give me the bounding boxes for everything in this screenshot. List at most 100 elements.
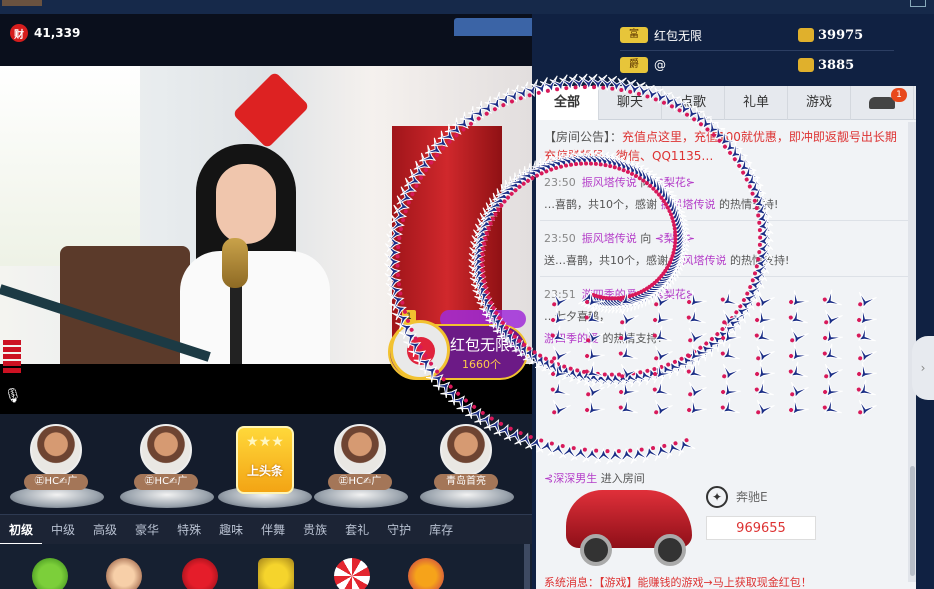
gift-category-tabs: 初级 中级 高级 豪华 特殊 趣味 伴舞 贵族 套礼 守护 库存 [0, 514, 532, 545]
gift-tab[interactable]: 套礼 [336, 515, 378, 545]
enter-text: 进入房间 [600, 472, 645, 485]
right-panel: 富 红包无限 39975 爵 @ 3885 全部 聊天 点歌 礼单 游戏 1 【… [532, 14, 934, 589]
seat-row: ㊣HC✍广 ㊣HC✍广 上头条 ㊣HC✍广 青岛首亮 [0, 414, 532, 514]
seat-tag: 青岛首亮 [434, 474, 498, 490]
msg-sponsor[interactable]: 游四季的爱 [544, 332, 599, 345]
redpacket-title: 红包无限 [450, 336, 511, 354]
video-host-body [180, 251, 330, 364]
tab-games[interactable]: 游戏 [788, 86, 851, 120]
msg-rest: …七夕喜鹊， [544, 310, 610, 323]
seat-1[interactable]: ㊣HC✍广 [10, 424, 104, 510]
rank-row-2[interactable]: 爵 @ 3885 [620, 51, 890, 79]
headline-label: 上头条 [246, 464, 283, 478]
video-host-face [216, 164, 276, 244]
top-avatar[interactable] [2, 0, 42, 6]
msg-divider [540, 276, 910, 277]
msg-time: 23:50 [544, 232, 576, 245]
msg-target[interactable]: ⊰梨花⊱ [655, 176, 695, 189]
gift-tab[interactable]: 守护 [378, 515, 420, 545]
car-price: 969655 [706, 516, 816, 540]
gift-grid [0, 544, 532, 589]
volume-bar [3, 354, 21, 359]
enter-user[interactable]: ⊰深深男生 [544, 472, 597, 485]
redpacket-count: 1660个 [462, 358, 501, 371]
msg-end: 的热情支持! [730, 254, 790, 267]
msg-user[interactable]: 游四季的爱 [582, 288, 637, 301]
car-image [566, 490, 692, 566]
gift-tab[interactable]: 特殊 [168, 515, 210, 545]
chat-tabs: 全部 聊天 点歌 礼单 游戏 1 [536, 86, 916, 120]
rose-gift-icon[interactable] [182, 558, 218, 589]
chat-scrollbar-thumb[interactable] [910, 466, 915, 576]
top-strip [0, 0, 934, 14]
avatar[interactable] [140, 424, 192, 476]
tab-all[interactable]: 全部 [536, 86, 599, 120]
share-tab[interactable] [454, 18, 532, 36]
avatar[interactable] [30, 424, 82, 476]
gift-tab[interactable]: 初级 [0, 515, 43, 545]
tab-songs[interactable]: 点歌 [662, 86, 725, 120]
chevron-right-icon[interactable]: › [912, 336, 934, 400]
msg-sponsor[interactable]: 振风塔传说 [672, 254, 727, 267]
msg-verb: 向 [640, 232, 652, 245]
list-item: 23:50 振风塔传说 向 ⊰梨花⊱ …喜鹊，共10个，感谢 振风塔传说 的热情支… [544, 172, 906, 216]
msg-user[interactable]: 振风塔传说 [582, 232, 637, 245]
left-panel: 财 41,339 🎙 1 红包无限 1660个 ㊣HC✍广 ㊣HC✍广 ★★★ … [0, 14, 532, 589]
doll-gift-icon[interactable] [106, 558, 142, 589]
microphone-icon[interactable]: 🎙 [4, 388, 22, 408]
gift-tab[interactable]: 豪华 [126, 515, 168, 545]
list-item: 23:51 游四季的爱 向 ⊰梨花⊱ …七夕喜鹊， 游四季的爱 的热情支持! [544, 284, 906, 350]
announcement-label: 【房间公告】： [544, 130, 623, 144]
car-entrance-card: ✦ 奔驰E 969655 [548, 486, 888, 566]
window-icon[interactable] [910, 0, 926, 7]
volume-meter[interactable] [3, 340, 21, 384]
system-message[interactable]: 系统消息：【游戏】能赚钱的游戏→马上获取现金红包！ [544, 574, 812, 589]
msg-verb: 向 [640, 288, 652, 301]
lollipop-gift-icon[interactable] [334, 558, 370, 589]
gift-tab[interactable]: 库存 [420, 515, 462, 545]
avatar[interactable] [334, 424, 386, 476]
gift-tab[interactable]: 伴舞 [252, 515, 294, 545]
tab-car[interactable]: 1 [851, 86, 914, 120]
gift-scrollbar[interactable] [524, 544, 530, 589]
seat-tag: ㊣HC✍广 [134, 474, 198, 490]
room-wealth: 财 41,339 [10, 24, 80, 42]
msg-sponsor[interactable]: 振风塔传说 [661, 198, 716, 211]
gold-bar-gift-icon[interactable] [258, 558, 294, 589]
volume-bar [3, 347, 21, 352]
gift-tab[interactable]: 贵族 [294, 515, 336, 545]
gift-tab[interactable]: 中级 [42, 515, 84, 545]
list-item: 23:50 振风塔传说 向 ⊰梨花⊱ 送…喜鹊，共10个，感谢 振风塔传说 的热情… [544, 228, 906, 272]
msg-time: 23:51 [544, 288, 576, 301]
seat-2[interactable]: ㊣HC✍广 [120, 424, 214, 510]
frog-gift-icon[interactable] [32, 558, 68, 589]
balloon-gift-icon[interactable] [408, 558, 444, 589]
car-icon [869, 97, 895, 109]
tab-chat[interactable]: 聊天 [599, 86, 662, 120]
msg-end: 的热情支持! [602, 332, 662, 345]
volume-bar [3, 368, 21, 373]
redpacket-badge[interactable]: 红包无限 1660个 [388, 320, 528, 380]
rank-row-1[interactable]: 富 红包无限 39975 [620, 21, 890, 49]
coin-icon [798, 28, 814, 42]
room-announcement[interactable]: 【房间公告】：充值点这里，充值100就优惠，即冲即返靓号出长期充值赠靓号、微信、… [544, 128, 906, 166]
gift-tab[interactable]: 趣味 [210, 515, 252, 545]
avatar[interactable] [440, 424, 492, 476]
video-chinese-knot [232, 71, 310, 149]
msg-verb: 向 [640, 176, 652, 189]
volume-bar [3, 361, 21, 366]
msg-target[interactable]: ⊰梨花⊱ [655, 288, 695, 301]
video-window-light [0, 66, 140, 266]
tab-gift-list[interactable]: 礼单 [725, 86, 788, 120]
redpacket-icon [390, 320, 450, 380]
seat-5[interactable]: 青岛首亮 [420, 424, 514, 510]
msg-target[interactable]: ⊰梨花⊱ [655, 232, 695, 245]
headline-button[interactable]: 上头条 [236, 426, 294, 494]
msg-user[interactable]: 振风塔传说 [582, 176, 637, 189]
rank-name: 红包无限 [654, 28, 703, 43]
gift-tab[interactable]: 高级 [84, 515, 126, 545]
msg-rest: …喜鹊，共10个，感谢 [544, 198, 657, 211]
msg-rest: 送…喜鹊，共10个，感谢 [544, 254, 668, 267]
seat-4[interactable]: ㊣HC✍广 [314, 424, 408, 510]
chat-panel: 全部 聊天 点歌 礼单 游戏 1 【房间公告】：充值点这里，充值100就优惠，即… [536, 86, 916, 589]
